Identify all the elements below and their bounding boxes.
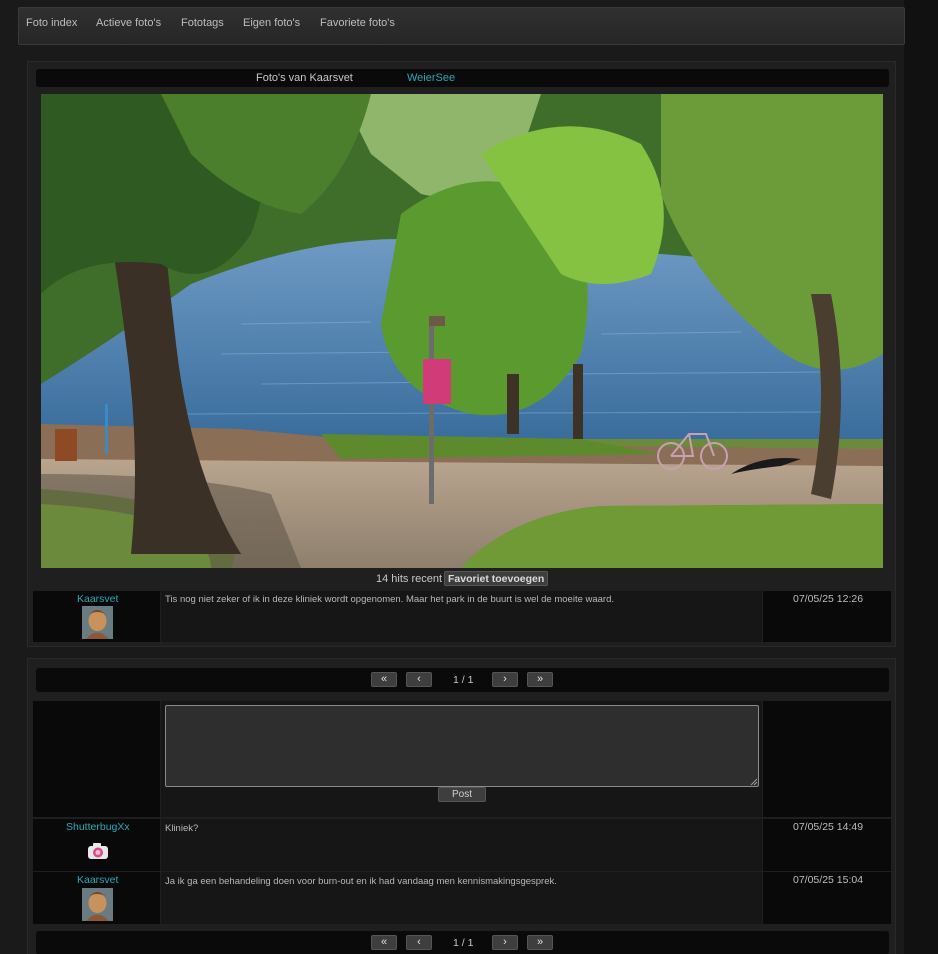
comment-textarea[interactable] xyxy=(165,705,759,787)
comment-timestamp: 07/05/25 14:49 xyxy=(793,821,864,833)
nav-foto-index[interactable]: Foto index xyxy=(26,8,77,38)
owner-timestamp: 07/05/25 12:26 xyxy=(793,593,864,605)
comment-avatar[interactable] xyxy=(82,888,113,921)
nav-favoriete-fotos[interactable]: Favoriete foto's xyxy=(320,8,395,38)
photo-title-link[interactable]: WeierSee xyxy=(407,72,455,84)
add-favorite-button[interactable]: Favoriet toevoegen xyxy=(444,571,549,586)
owner-username[interactable]: Kaarsvet xyxy=(77,593,118,605)
owner-message: Tis nog niet zeker of ik in deze kliniek… xyxy=(165,594,615,605)
nav-eigen-fotos[interactable]: Eigen foto's xyxy=(243,8,300,38)
form-right-cell xyxy=(763,701,891,817)
top-nav: Foto index Actieve foto's Fototags Eigen… xyxy=(18,7,905,45)
form-left-cell xyxy=(33,701,160,817)
comment-message: Ja ik ga een behandeling doen voor burn-… xyxy=(165,876,557,887)
photo-owner-label: Foto's van Kaarsvet xyxy=(256,72,353,84)
pager-bottom-last-button[interactable]: » xyxy=(527,935,553,950)
post-button[interactable]: Post xyxy=(438,787,486,802)
pager-bottom-next-button[interactable]: › xyxy=(492,935,518,950)
camera-icon[interactable] xyxy=(84,837,112,865)
page-gutter xyxy=(904,0,938,954)
hits-count: 14 hits recent xyxy=(376,573,443,585)
comment-timestamp: 07/05/25 15:04 xyxy=(793,874,864,886)
comment-message: Kliniek? xyxy=(165,823,199,834)
photo-title-bar xyxy=(36,69,889,87)
comment-username[interactable]: ShutterbugXx xyxy=(66,821,130,833)
pager-top-first-button[interactable]: « xyxy=(371,672,397,687)
nav-fototags[interactable]: Fototags xyxy=(181,8,224,38)
nav-actieve-fotos[interactable]: Actieve foto's xyxy=(96,8,161,38)
pager-bottom-info: 1 / 1 xyxy=(453,937,474,949)
owner-avatar[interactable] xyxy=(82,606,113,639)
comment-username[interactable]: Kaarsvet xyxy=(77,874,118,886)
pager-top-prev-button[interactable]: ‹ xyxy=(406,672,432,687)
main-photo[interactable] xyxy=(41,94,883,568)
pager-top-last-button[interactable]: » xyxy=(527,672,553,687)
resize-grip-icon[interactable] xyxy=(750,778,758,786)
pager-bottom-first-button[interactable]: « xyxy=(371,935,397,950)
comment-message-cell xyxy=(161,819,762,871)
pager-bottom-prev-button[interactable]: ‹ xyxy=(406,935,432,950)
pager-top-next-button[interactable]: › xyxy=(492,672,518,687)
pager-top-info: 1 / 1 xyxy=(453,674,474,686)
